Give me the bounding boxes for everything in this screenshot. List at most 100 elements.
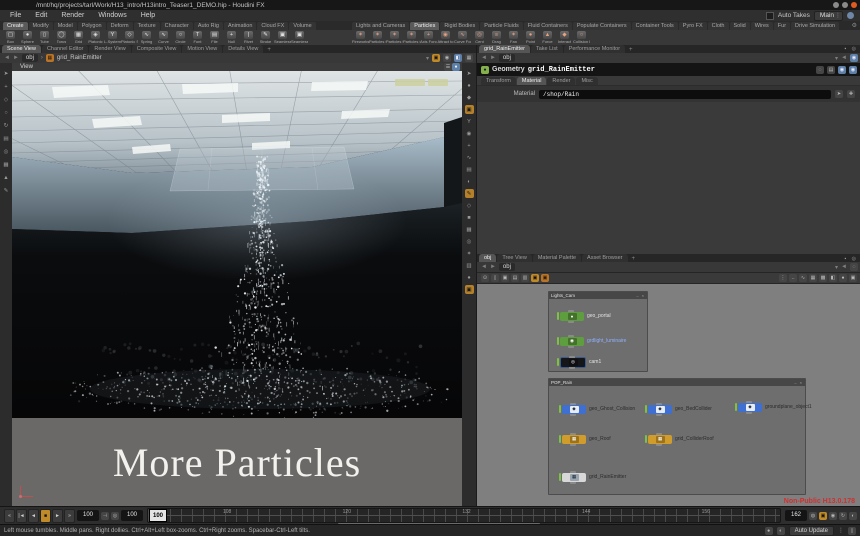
viewport-tool-icon[interactable]: ▦: [465, 225, 474, 234]
shelf-tab[interactable]: Texture: [134, 22, 160, 30]
pane-window-icons[interactable]: ▪ ◎: [844, 46, 858, 52]
node-display-flag[interactable]: [645, 405, 647, 413]
viewport-tool-icon[interactable]: ✎: [465, 189, 474, 198]
shelf-tool[interactable]: ✶ Particles fr: [386, 30, 403, 44]
path-dropdown-icon[interactable]: ▾: [426, 55, 429, 62]
transport-button[interactable]: ■: [40, 509, 51, 523]
network-node[interactable]: ● geo_portal: [557, 311, 611, 321]
sliders-icon[interactable]: ▤: [827, 66, 835, 74]
shelf-tool[interactable]: ▣ Seamless: [291, 30, 308, 44]
node-display-flag[interactable]: [559, 473, 561, 481]
viewport-tool-icon[interactable]: ◉: [465, 129, 474, 138]
shelf-tab[interactable]: Deform: [107, 22, 133, 30]
network-toolbar-icon[interactable]: ●: [839, 274, 847, 282]
parameter-tab[interactable]: Transform: [481, 77, 516, 85]
node-display-flag[interactable]: [557, 337, 559, 345]
playbar-option-icon[interactable]: ▣: [819, 512, 827, 520]
viewport-tool-icon[interactable]: ●: [465, 273, 474, 282]
shelf-tool[interactable]: ▲ Force: [539, 30, 556, 44]
shelf-tool[interactable]: + Null: [223, 30, 240, 44]
range-start-field[interactable]: 100: [121, 510, 143, 521]
shelf-tab[interactable]: Drive Simulation: [791, 22, 839, 30]
pane-tab[interactable]: Asset Browser: [582, 254, 627, 262]
shelf-tab[interactable]: Container Tools: [632, 22, 678, 30]
network-toolbar-icon[interactable]: ∿: [799, 274, 807, 282]
shelf-tool[interactable]: ◆ Interact: [556, 30, 573, 44]
shelf-tab[interactable]: Wires: [751, 22, 773, 30]
shelf-tab[interactable]: Volume: [289, 22, 315, 30]
shelf-tab[interactable]: Auto Rig: [194, 22, 223, 30]
help-icon[interactable]: ◉: [849, 66, 857, 74]
new-pane-tab-button[interactable]: +: [629, 256, 639, 262]
node-display-flag[interactable]: [557, 312, 559, 320]
playhead[interactable]: 100: [149, 509, 167, 522]
shelf-tool[interactable]: ✶ Fireworks: [352, 30, 369, 44]
viewport-tool-icon[interactable]: ■: [465, 213, 474, 222]
network-toolbar-icon[interactable]: ⋮: [779, 274, 787, 282]
menu-item[interactable]: Windows: [92, 11, 132, 20]
shelf-tool[interactable]: ∿ Spring: [138, 30, 155, 44]
network-node[interactable]: ◎ cam1: [557, 357, 601, 367]
network-toolbar-icon[interactable]: ▣: [501, 274, 509, 282]
node-chooser-icon[interactable]: ➤: [835, 90, 843, 98]
viewport-tool-icon[interactable]: +: [2, 82, 11, 91]
pane-tab[interactable]: Material Palette: [533, 254, 581, 262]
maximize-button[interactable]: [842, 2, 848, 8]
pin-icon[interactable]: ▣: [432, 54, 440, 62]
shelf-gear-icon[interactable]: ⚙: [852, 22, 857, 29]
network-box-controls[interactable]: – ×: [794, 380, 803, 385]
shelf-tool[interactable]: ▯ Tube: [36, 30, 53, 44]
shelf-tool[interactable]: ≡ Drag: [488, 30, 505, 44]
network-toolbar-icon[interactable]: ⊙: [481, 274, 489, 282]
parameter-tab[interactable]: Material: [517, 77, 547, 85]
shelf-tool[interactable]: ▦ Grid: [70, 30, 87, 44]
shelf-tool[interactable]: ✶ Fan: [505, 30, 522, 44]
shelf-tab[interactable]: Pyro FX: [679, 22, 707, 30]
shelf-tab[interactable]: Particle Fluids: [480, 22, 523, 30]
pane-tab[interactable]: Performance Monitor: [564, 45, 625, 53]
shelf-tab[interactable]: Fur: [774, 22, 790, 30]
shelf-tool[interactable]: ∿ Curve: [155, 30, 172, 44]
network-node[interactable]: ◉ grdlight_luminaire: [557, 336, 626, 346]
shelf-tab[interactable]: Cloth: [708, 22, 729, 30]
node-display-flag[interactable]: [559, 405, 561, 413]
snapshot-icon[interactable]: ◧: [454, 54, 462, 62]
current-frame-field[interactable]: 100: [77, 510, 99, 521]
forward-arrow-icon[interactable]: ►: [490, 264, 496, 270]
network-toolbar-icon[interactable]: ▦: [809, 274, 817, 282]
search-icon[interactable]: ◌: [850, 263, 858, 271]
network-node[interactable]: ◆ geo_Ghost_Collision: [559, 404, 635, 414]
node-body[interactable]: ▦: [562, 435, 586, 444]
pane-tab[interactable]: Details View: [223, 45, 263, 53]
shelf-tab[interactable]: Polygon: [78, 22, 106, 30]
viewport-tool-icon[interactable]: ◎: [465, 237, 474, 246]
shelf-tool[interactable]: ▤ File: [206, 30, 223, 44]
menu-item[interactable]: File: [4, 11, 27, 20]
shelf-tab[interactable]: Solid: [730, 22, 750, 30]
network-toolbar-icon[interactable]: ◧: [829, 274, 837, 282]
range-end-field[interactable]: 162: [785, 510, 807, 521]
shelf-tab[interactable]: Model: [54, 22, 77, 30]
viewport-tool-icon[interactable]: ▤: [2, 134, 11, 143]
network-box-controls[interactable]: – ×: [636, 293, 645, 298]
viewport-tool-icon[interactable]: ▣: [465, 105, 474, 114]
range-loop-icon[interactable]: ◎: [111, 512, 119, 520]
shelf-tool[interactable]: ○ Collision D: [573, 30, 590, 44]
minimize-button[interactable]: [833, 2, 839, 8]
network-path-root[interactable]: obj: [499, 263, 515, 271]
shelf-tab[interactable]: Fluid Containers: [524, 22, 572, 30]
viewport-tool-icon[interactable]: ◇: [465, 201, 474, 210]
help-icon[interactable]: ◉: [850, 54, 858, 62]
shelf-tab[interactable]: Cloud FX: [257, 22, 288, 30]
network-toolbar-icon[interactable]: ▤: [511, 274, 519, 282]
search-icon[interactable]: ◌: [816, 66, 824, 74]
trash-icon[interactable]: ▯: [848, 527, 856, 535]
node-body[interactable]: ◆: [562, 405, 586, 414]
network-toolbar-icon[interactable]: ▣: [849, 274, 857, 282]
shelf-tool[interactable]: | Rivet: [240, 30, 257, 44]
shelf-tool[interactable]: T Font: [189, 30, 206, 44]
viewport-button[interactable]: [428, 79, 448, 86]
network-toolbar-icon[interactable]: ‥: [789, 274, 797, 282]
network-box-lights-cam[interactable]: Lights_Cam – × ● geo_portal ◉: [548, 291, 648, 372]
viewport-globe-icon[interactable]: ●: [452, 63, 460, 71]
